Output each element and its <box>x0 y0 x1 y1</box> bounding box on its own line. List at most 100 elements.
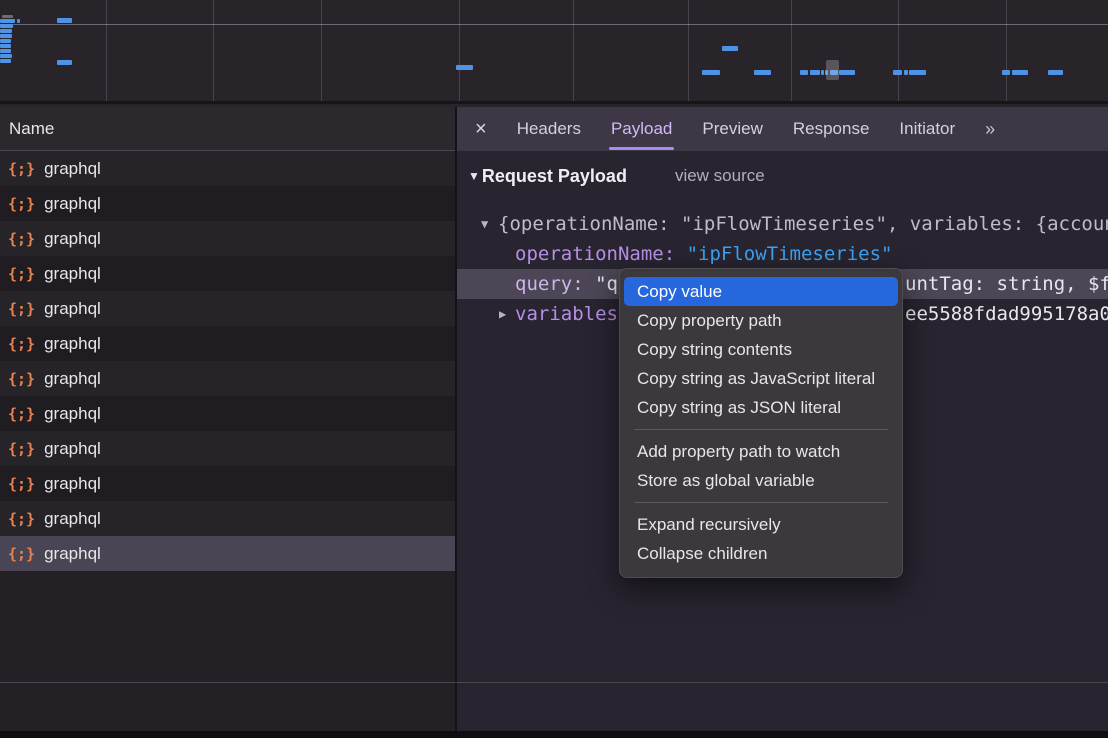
overview-bar <box>17 19 20 23</box>
overview-bar <box>904 70 908 75</box>
json-braces-icon: {;} <box>8 545 35 563</box>
overview-bar <box>0 54 12 58</box>
name-column-header[interactable]: Name <box>0 107 455 151</box>
overview-bar <box>0 49 11 53</box>
request-row[interactable]: {;} graphql <box>0 151 455 186</box>
menu-item-copy-string-contents[interactable]: Copy string contents <box>620 335 902 364</box>
network-overview-timeline[interactable] <box>0 0 1108 104</box>
menu-item-collapse-children[interactable]: Collapse children <box>620 539 902 568</box>
request-name: graphql <box>44 544 101 564</box>
request-row[interactable]: {;} graphql <box>0 396 455 431</box>
request-row[interactable]: {;} graphql <box>0 256 455 291</box>
overview-bar <box>0 59 11 63</box>
view-source-link[interactable]: view source <box>675 166 765 186</box>
more-tabs-icon[interactable]: » <box>985 107 993 151</box>
overview-bar <box>909 70 926 75</box>
json-braces-icon: {;} <box>8 300 35 318</box>
request-row[interactable]: {;} graphql <box>0 221 455 256</box>
context-menu: Copy valueCopy property pathCopy string … <box>619 268 903 578</box>
overview-bar <box>754 70 771 75</box>
overview-bar <box>1048 70 1063 75</box>
request-row[interactable]: {;}graphql <box>0 186 455 221</box>
overview-bar <box>800 70 808 75</box>
menu-item-expand-recursively[interactable]: Expand recursively <box>620 510 902 539</box>
overview-bar <box>839 70 855 75</box>
request-name: graphql <box>44 334 101 354</box>
menu-item-add-property-path-to-watch[interactable]: Add property path to watch <box>620 437 902 466</box>
json-braces-icon: {;} <box>8 335 35 353</box>
json-braces-icon: {;} <box>8 405 35 423</box>
overview-bar <box>2 15 13 18</box>
request-name: graphql <box>44 159 101 179</box>
devtools-network-panel: Name × Headers Payload Preview Response … <box>0 0 1108 738</box>
overview-bar <box>456 65 473 70</box>
json-braces-icon: {;} <box>8 265 35 283</box>
menu-item-copy-value[interactable]: Copy value <box>624 277 898 306</box>
overview-bar <box>0 39 11 43</box>
property-key: variables <box>515 303 618 325</box>
menu-separator <box>634 429 888 430</box>
request-name: graphql <box>44 229 101 249</box>
overview-bar <box>722 46 738 51</box>
collapse-triangle-icon[interactable]: ▼ <box>481 209 488 239</box>
overview-bar <box>893 70 902 75</box>
header-band: Name × Headers Payload Preview Response … <box>0 107 1108 151</box>
request-name: graphql <box>44 474 101 494</box>
request-row[interactable]: {;} graphql <box>0 536 455 571</box>
payload-root-row[interactable]: ▼ {operationName: "ipFlowTimeseries", va… <box>457 209 1108 239</box>
gridline <box>321 0 322 101</box>
gridline <box>791 0 792 101</box>
request-row[interactable]: {;}graphql <box>0 501 455 536</box>
property-value: "ipFlowTimeseries" <box>687 243 893 265</box>
request-name: graphql <box>44 264 101 284</box>
menu-item-copy-property-path[interactable]: Copy property path <box>620 306 902 335</box>
request-name: graphql <box>44 369 101 389</box>
json-braces-icon: {;} <box>8 195 35 213</box>
close-icon[interactable]: × <box>475 107 487 151</box>
object-preview-text: {operationName: "ipFlowTimeseries", vari… <box>498 209 1108 239</box>
section-title: Request Payload <box>482 166 627 187</box>
overview-baseline <box>0 24 1108 25</box>
overview-bar <box>1012 70 1028 75</box>
gridline <box>106 0 107 101</box>
collapse-triangle-icon[interactable]: ▼ <box>468 169 480 183</box>
menu-item-store-as-global-variable[interactable]: Store as global variable <box>620 466 902 495</box>
json-braces-icon: {;} <box>8 510 35 528</box>
overview-selection-marker[interactable] <box>826 60 839 80</box>
footer-separator <box>0 682 1108 683</box>
menu-item-copy-string-as-json-literal[interactable]: Copy string as JSON literal <box>620 393 902 422</box>
tab-response[interactable]: Response <box>793 107 870 151</box>
request-row[interactable]: {;} graphql <box>0 361 455 396</box>
menu-separator <box>634 502 888 503</box>
request-row[interactable]: {;}graphql <box>0 291 455 326</box>
tab-payload[interactable]: Payload <box>611 107 672 151</box>
request-list: {;} graphql {;} graphql {;} graphql {;} graphql… <box>0 151 455 731</box>
json-braces-icon: {;} <box>8 440 35 458</box>
gridline <box>688 0 689 101</box>
payload-operationname-row[interactable]: operationName: "ipFlowTimeseries" <box>457 239 1108 269</box>
gridline <box>898 0 899 101</box>
menu-item-copy-string-as-javascript-literal[interactable]: Copy string as JavaScript literal <box>620 364 902 393</box>
request-name: graphql <box>44 439 101 459</box>
gridline <box>573 0 574 101</box>
json-braces-icon: {;} <box>8 475 35 493</box>
tab-preview[interactable]: Preview <box>702 107 762 151</box>
expand-triangle-icon[interactable]: ▶ <box>499 299 506 329</box>
json-braces-icon: {;} <box>8 160 35 178</box>
overview-bar <box>821 70 824 75</box>
request-row[interactable]: {;} graphql <box>0 466 455 501</box>
json-braces-icon: {;} <box>8 370 35 388</box>
property-key: operationName: <box>515 243 687 265</box>
request-name: graphql <box>44 404 101 424</box>
json-braces-icon: {;} <box>8 230 35 248</box>
property-key: query: <box>515 273 595 295</box>
overview-bar <box>0 19 15 23</box>
overview-bar <box>57 60 72 65</box>
request-row[interactable]: {;} graphql <box>0 326 455 361</box>
tab-initiator[interactable]: Initiator <box>899 107 955 151</box>
overview-bar <box>0 29 12 33</box>
overview-bar <box>57 18 72 23</box>
request-row[interactable]: {;} graphql <box>0 431 455 466</box>
tab-headers[interactable]: Headers <box>517 107 581 151</box>
overview-bar <box>0 44 11 48</box>
